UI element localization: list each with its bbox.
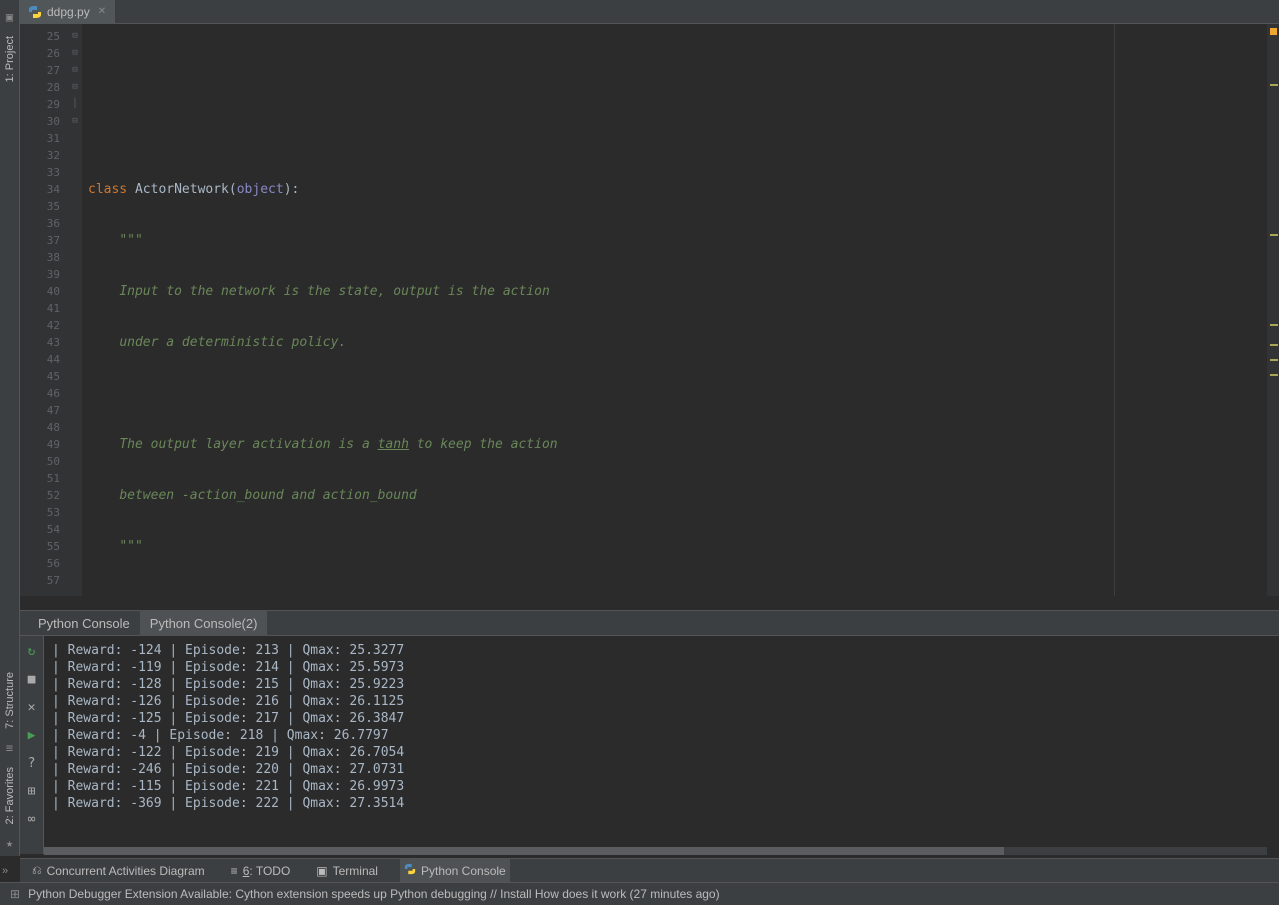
error-stripe[interactable] xyxy=(1267,24,1279,596)
editor-tab-ddpg[interactable]: ddpg.py ✕ xyxy=(20,0,115,24)
execute-button[interactable]: ▶ xyxy=(23,726,41,744)
project-tool-window[interactable]: 1: Project xyxy=(4,30,16,88)
status-message[interactable]: Python Debugger Extension Available: Cyt… xyxy=(28,887,720,901)
terminal-button[interactable]: ▣ Terminal xyxy=(312,859,382,883)
right-margin-line xyxy=(1114,24,1115,596)
console-output[interactable]: | Reward: -124 | Episode: 213 | Qmax: 25… xyxy=(44,636,1267,854)
left-sidebar: ▣ 1: Project 7: Structure ≡ 2: Favorites… xyxy=(0,0,20,856)
editor-tabbar: ddpg.py ✕ xyxy=(20,0,1279,24)
variables-button[interactable]: ⊞ xyxy=(23,782,41,800)
folder-icon: ▣ xyxy=(6,10,13,24)
star-icon: ★ xyxy=(6,836,13,850)
structure-icon: ≡ xyxy=(6,741,13,755)
status-bar: ⊞ Python Debugger Extension Available: C… xyxy=(0,882,1279,905)
structure-tool-window[interactable]: 7: Structure xyxy=(4,666,16,735)
expand-icon[interactable]: » xyxy=(2,865,8,877)
python-file-icon xyxy=(28,5,42,19)
todo-button[interactable]: ≡ 6: TODO xyxy=(227,859,295,883)
tab-python-console-1[interactable]: Python Console xyxy=(28,610,140,636)
console-tabbar: Python Console Python Console(2) xyxy=(20,610,1279,636)
list-icon: ≡ xyxy=(231,864,238,878)
editor-area: 2526272829303132333435363738394041424344… xyxy=(20,24,1279,596)
scrollbar-thumb[interactable] xyxy=(44,847,1004,855)
help-button[interactable]: ? xyxy=(23,754,41,772)
close-button[interactable]: ✕ xyxy=(23,698,41,716)
diagram-icon: ⎌ xyxy=(32,863,42,878)
favorites-tool-window[interactable]: 2: Favorites xyxy=(4,761,16,830)
rerun-button[interactable]: ↻ xyxy=(23,642,41,660)
settings-button[interactable]: ∞ xyxy=(23,810,41,828)
python-icon xyxy=(404,863,416,878)
event-log-icon[interactable]: ⊞ xyxy=(10,887,20,901)
concurrent-activities-button[interactable]: ⎌ Concurrent Activities Diagram xyxy=(28,859,209,883)
line-gutter: 2526272829303132333435363738394041424344… xyxy=(20,24,68,596)
python-console-button[interactable]: Python Console xyxy=(400,859,510,883)
console-toolbar: ↻ ■ ✕ ▶ ? ⊞ ∞ xyxy=(20,636,44,854)
bottom-toolbar: ⎌ Concurrent Activities Diagram ≡ 6: TOD… xyxy=(20,858,1279,882)
warning-indicator-icon xyxy=(1270,28,1277,35)
close-tab-icon[interactable]: ✕ xyxy=(98,6,106,17)
console-scrollbar[interactable] xyxy=(44,847,1267,855)
stop-button[interactable]: ■ xyxy=(23,670,41,688)
terminal-icon: ▣ xyxy=(316,864,327,878)
editor-tab-label: ddpg.py xyxy=(47,5,90,19)
fold-gutter: ⊟⊟⊟⊟│⊟ xyxy=(68,24,82,596)
code-pane[interactable]: class ActorNetwork(object): """ Input to… xyxy=(82,24,1267,596)
tab-python-console-2[interactable]: Python Console(2) xyxy=(140,610,268,636)
